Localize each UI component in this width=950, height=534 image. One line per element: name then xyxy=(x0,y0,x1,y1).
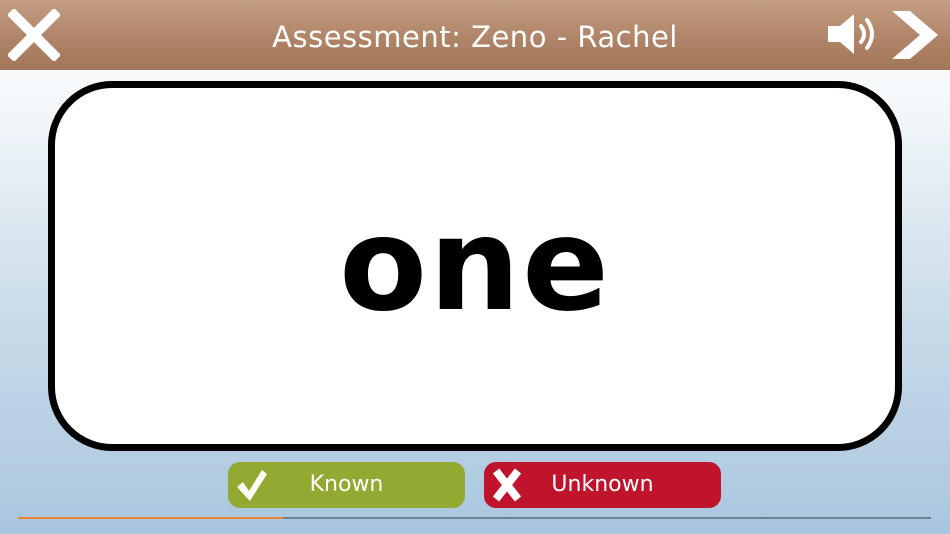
progress-bar xyxy=(18,517,931,519)
flashcard: one xyxy=(48,81,902,451)
header-bar: Assessment: Zeno - Rachel xyxy=(0,0,950,70)
known-button-label: Known xyxy=(309,472,384,497)
unknown-button-label: Unknown xyxy=(551,472,654,497)
page-title: Assessment: Zeno - Rachel xyxy=(272,20,678,54)
progress-fill xyxy=(18,517,283,519)
speaker-icon xyxy=(828,14,874,54)
next-button[interactable] xyxy=(888,7,942,63)
unknown-button[interactable]: Unknown xyxy=(484,462,721,508)
known-button[interactable]: Known xyxy=(228,462,465,508)
sound-button[interactable] xyxy=(826,10,884,58)
chevron-right-icon xyxy=(892,11,938,59)
flashcard-word: one xyxy=(339,191,611,340)
